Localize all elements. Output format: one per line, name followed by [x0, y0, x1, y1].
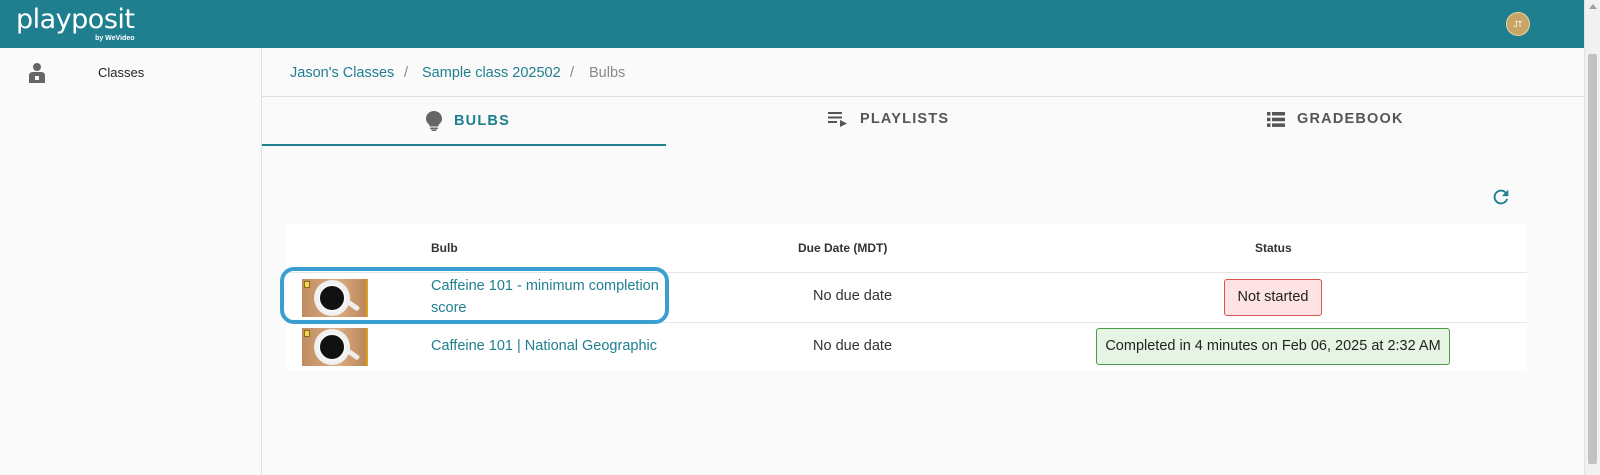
status-badge: Completed in 4 minutes on Feb 06, 2025 a…: [1096, 328, 1450, 365]
page-scrollbar[interactable]: [1584, 0, 1600, 475]
logo-subtext: by WeVideo: [95, 35, 135, 42]
due-date: No due date: [813, 338, 893, 354]
breadcrumb-link-sample-class[interactable]: Sample class 202502: [422, 65, 561, 81]
highlight-outline: [280, 267, 669, 324]
user-avatar[interactable]: JT: [1506, 12, 1530, 36]
bulb-thumbnail[interactable]: [302, 328, 368, 366]
refresh-icon[interactable]: [1490, 186, 1512, 208]
sidebar: Classes: [0, 48, 262, 475]
scroll-thumb[interactable]: [1588, 54, 1597, 464]
breadcrumb-current: Bulbs: [589, 65, 626, 81]
sidebar-item-label: Classes: [98, 65, 145, 80]
tab-label: Gradebook: [1297, 111, 1404, 127]
person-badge-icon: [29, 63, 45, 83]
breadcrumb-separator: /: [404, 65, 409, 81]
top-bar: playposit by WeVideo JT: [0, 0, 1584, 48]
tab-playlists[interactable]: Playlists: [666, 97, 1125, 147]
tab-gradebook[interactable]: Gradebook: [1125, 97, 1584, 147]
bulb-title-link[interactable]: Caffeine 101 | National Geographic: [431, 335, 657, 357]
active-tab-indicator: [262, 144, 666, 146]
list-icon: [1267, 111, 1285, 127]
due-date: No due date: [813, 288, 893, 304]
bookmark-icon: [304, 330, 310, 337]
breadcrumb-separator: /: [570, 65, 575, 81]
tab-label: Playlists: [860, 111, 950, 127]
tab-bulbs[interactable]: Bulbs: [262, 97, 666, 147]
breadcrumb: Jason's Classes / Sample class 202502 / …: [262, 48, 1584, 97]
scroll-up-arrow-icon[interactable]: [1589, 4, 1597, 9]
tab-label: Bulbs: [454, 113, 510, 129]
tab-bar: Bulbs Playlists Gradebook: [262, 97, 1584, 147]
column-header-bulb: Bulb: [431, 241, 458, 255]
status-badge: Not started: [1224, 279, 1322, 316]
lightbulb-icon: [426, 111, 442, 131]
column-header-due-date: Due Date (MDT): [798, 241, 888, 255]
column-header-status: Status: [1255, 241, 1292, 255]
playlist-icon: [828, 112, 847, 127]
logo-text: playposit: [16, 4, 135, 35]
playposit-logo[interactable]: playposit by WeVideo: [16, 4, 135, 43]
sidebar-item-classes[interactable]: Classes: [0, 48, 261, 96]
breadcrumb-link-classes[interactable]: Jason's Classes: [290, 65, 394, 81]
